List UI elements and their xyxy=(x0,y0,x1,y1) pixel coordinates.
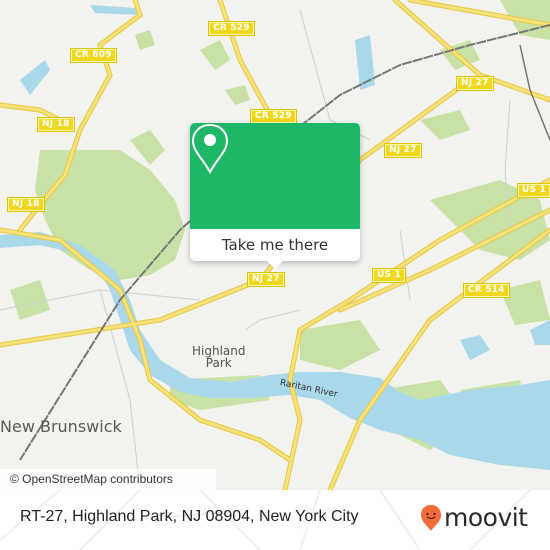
place-label-line: Park xyxy=(205,356,232,370)
park-area xyxy=(300,320,380,370)
route-shield-cr609: CR 609 xyxy=(70,48,117,63)
park-area xyxy=(420,110,470,140)
moovit-pin-icon xyxy=(421,505,441,531)
location-address: RT-27, Highland Park, NJ 08904, New York… xyxy=(20,508,359,525)
map-attribution[interactable]: © OpenStreetMap contributors xyxy=(0,469,216,490)
popup-header[interactable] xyxy=(190,123,360,229)
park-area xyxy=(135,30,155,50)
park-area xyxy=(35,150,185,280)
water-body xyxy=(530,320,550,345)
route-shield-nj27: NJ 27 xyxy=(456,76,494,91)
route-shield-nj27: NJ 27 xyxy=(384,143,422,158)
water-body xyxy=(90,5,140,15)
moovit-logo[interactable]: moovit xyxy=(420,503,528,533)
place-label-new-brunswick: New Brunswick xyxy=(0,417,122,436)
location-popup: Take me there xyxy=(190,123,360,269)
park-area xyxy=(10,280,50,320)
brand-name: moovit xyxy=(444,503,528,532)
water-body xyxy=(20,60,50,95)
footer-bar: RT-27, Highland Park, NJ 08904, New York… xyxy=(0,490,550,550)
park-area xyxy=(130,130,165,165)
route-shield-nj18: NJ 18 xyxy=(7,197,45,212)
route-shield-cr529: CR 529 xyxy=(208,21,255,36)
popup-pointer xyxy=(266,260,284,269)
park-area xyxy=(225,85,250,105)
place-label-highland-park: Highland Park xyxy=(192,345,246,369)
take-me-there-button[interactable]: Take me there xyxy=(190,229,360,261)
route-shield-cr514: CR 514 xyxy=(463,283,510,298)
route-shield-us1: US 1 xyxy=(517,183,550,198)
route-shield-nj18: NJ 18 xyxy=(37,117,75,132)
map-view[interactable]: CR 529 CR 609 NJ 18 NJ 18 CR 529 NJ 27 N… xyxy=(0,0,550,490)
location-pin-icon xyxy=(191,123,229,175)
water-body xyxy=(460,335,490,360)
route-shield-nj27: NJ 27 xyxy=(247,272,285,287)
minor-road xyxy=(244,309,301,331)
route-shield-cr529: CR 529 xyxy=(250,109,297,124)
park-area xyxy=(200,40,230,70)
route-shield-us1: US 1 xyxy=(372,268,406,283)
